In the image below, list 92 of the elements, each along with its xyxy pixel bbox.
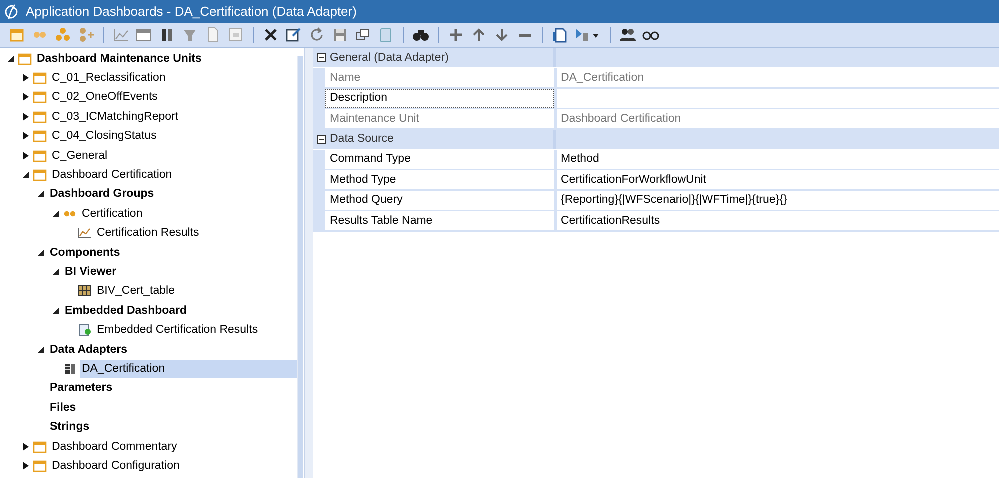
scrollbar[interactable] xyxy=(297,56,303,478)
tree-item[interactable]: C_02_OneOffEvents xyxy=(50,88,160,106)
window-title: Application Dashboards - DA_Certification (Data Adapter) xyxy=(26,4,357,19)
expand-icon[interactable] xyxy=(21,73,31,84)
tree-item[interactable]: Certification xyxy=(80,204,145,223)
collapse-icon[interactable] xyxy=(51,306,61,316)
expand-icon[interactable] xyxy=(21,131,31,142)
app-logo-icon xyxy=(4,4,20,20)
add-dots-icon xyxy=(77,26,95,44)
expand-icon[interactable] xyxy=(21,150,31,161)
refresh-icon xyxy=(308,26,326,44)
collapse-icon[interactable] xyxy=(51,208,61,219)
tree-item[interactable]: Certification Results xyxy=(95,224,202,242)
collapse-icon[interactable] xyxy=(317,134,326,144)
three-dots-button[interactable] xyxy=(54,26,72,44)
embedded-page-icon xyxy=(78,324,92,336)
collapse-icon[interactable] xyxy=(36,189,46,200)
category-header: Data Source xyxy=(330,133,394,145)
tree-item[interactable]: Files xyxy=(48,398,78,417)
tree-item[interactable]: Parameters xyxy=(48,379,115,398)
tree-item[interactable]: Embedded Certification Results xyxy=(95,321,260,340)
expand-icon[interactable] xyxy=(21,112,31,122)
property-value-field[interactable] xyxy=(557,88,999,108)
folder-icon xyxy=(33,440,47,452)
property-label[interactable]: Method Query xyxy=(325,190,554,210)
page-icon xyxy=(227,26,245,44)
dropdown-button[interactable] xyxy=(574,26,602,44)
people-button[interactable] xyxy=(619,26,637,44)
save-icon xyxy=(331,26,349,44)
table-icon xyxy=(78,285,92,298)
add-dots-button[interactable] xyxy=(77,26,95,44)
property-label[interactable]: Maintenance Unit xyxy=(325,109,554,128)
collapse-icon[interactable] xyxy=(51,266,61,277)
tree-item[interactable]: BIV_Cert_table xyxy=(95,282,177,300)
three-dots-icon xyxy=(54,26,72,44)
property-value-field[interactable]: Method xyxy=(557,150,999,168)
folder-icon xyxy=(33,72,47,84)
property-label[interactable]: Name xyxy=(325,68,554,87)
property-value-field[interactable]: {Reporting}{|WFScenario|}{|WFTime|}{true}{} xyxy=(557,190,999,210)
dropdown-icon xyxy=(574,26,602,44)
property-value-field[interactable]: CertificationResults xyxy=(557,211,999,230)
minus-icon xyxy=(519,34,531,36)
property-value-field[interactable]: DA_Certification xyxy=(557,68,999,87)
tree-item[interactable]: Dashboard Commentary xyxy=(50,438,180,456)
line-chart-icon xyxy=(112,26,130,44)
page-arrow-button[interactable] xyxy=(551,26,569,44)
expand-icon[interactable] xyxy=(21,92,31,102)
tree-item[interactable]: Dashboard Certification xyxy=(50,166,174,184)
tree-item[interactable]: C_01_Reclassification xyxy=(50,69,168,88)
save-button[interactable] xyxy=(331,26,349,44)
tree-item[interactable]: C_04_ClosingStatus xyxy=(50,127,159,146)
folder-icon xyxy=(33,460,47,472)
tree-item[interactable]: DA_Certification xyxy=(80,360,297,378)
tree-item[interactable]: Embedded Dashboard xyxy=(63,302,190,320)
edit-button[interactable] xyxy=(285,26,303,44)
edit-icon xyxy=(285,26,303,44)
property-label[interactable]: Method Type xyxy=(325,170,554,189)
folder-icon xyxy=(18,52,32,65)
property-label[interactable]: Description xyxy=(325,88,554,108)
folder-icon xyxy=(33,169,47,182)
refresh-button[interactable] xyxy=(308,26,326,44)
tree-item[interactable]: Dashboard Configuration xyxy=(50,456,182,475)
tree-item[interactable]: BI Viewer xyxy=(63,262,119,281)
folder-icon xyxy=(33,91,47,104)
property-value-field[interactable]: CertificationForWorkflowUnit xyxy=(557,170,999,189)
folder-icon xyxy=(33,150,47,162)
tree-item[interactable]: Dashboard Groups xyxy=(48,185,156,204)
adapter-icon xyxy=(63,362,77,375)
plus-icon xyxy=(447,26,465,44)
collapse-icon[interactable] xyxy=(36,248,46,258)
line-chart-icon xyxy=(78,227,92,240)
tree-item[interactable]: Data Adapters xyxy=(48,340,130,359)
property-value-field[interactable]: Dashboard Certification xyxy=(557,109,999,128)
tree-item[interactable]: C_General xyxy=(50,146,110,165)
collapse-icon[interactable] xyxy=(36,344,46,355)
people-icon xyxy=(619,26,637,44)
collapse-icon[interactable] xyxy=(6,54,16,64)
expand-icon[interactable] xyxy=(21,442,31,452)
property-label[interactable]: Command Type xyxy=(325,150,554,168)
tree-item[interactable]: Strings xyxy=(48,418,92,436)
folder-icon xyxy=(33,130,47,142)
category-header: General (Data Adapter) xyxy=(330,52,449,64)
tree-item[interactable]: Components xyxy=(48,244,122,262)
expand-icon[interactable] xyxy=(21,460,31,471)
collapse-icon[interactable] xyxy=(21,170,31,180)
collapse-icon[interactable] xyxy=(317,53,326,62)
property-label[interactable]: Results Table Name xyxy=(325,211,554,230)
plus-button[interactable] xyxy=(447,26,465,44)
tree-item[interactable]: Dashboard Maintenance Units xyxy=(35,50,204,68)
page-arrow-icon xyxy=(551,26,569,44)
tree-item[interactable]: C_03_ICMatchingReport xyxy=(50,108,181,126)
folder-icon xyxy=(33,110,47,123)
